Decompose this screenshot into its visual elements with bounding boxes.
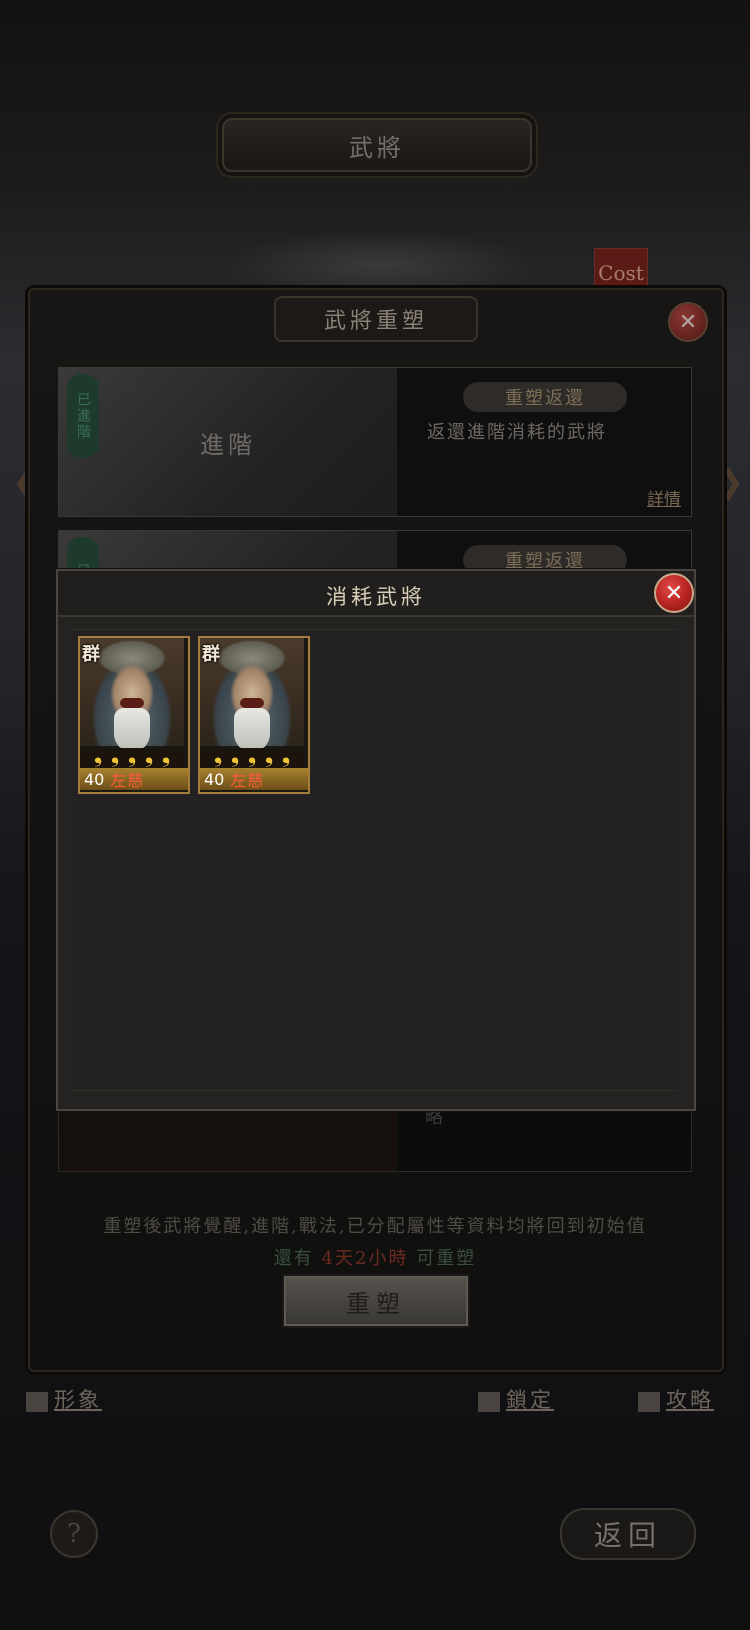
help-button[interactable]: ? [50, 1510, 98, 1558]
screen-title: 武將 [222, 118, 532, 172]
back-label: 返回 [593, 1519, 662, 1552]
rebuild-row-description: 返還進階消耗的武將 [427, 422, 607, 443]
rebuild-countdown: 還有 4天2小時 可重塑 [0, 1244, 750, 1270]
help-icon: ? [67, 1519, 81, 1549]
rebuild-panel-title: 武將重塑 [274, 296, 478, 342]
appearance-label: 形象 [54, 1388, 102, 1412]
star-icon: ❟ [127, 743, 137, 768]
generals-grid: 群 ❟ ❟ ❟ ❟ ❟ 40 左慈 群 ❟ ❟ ❟ ❟ ❟ 40 左慈 [72, 629, 676, 1091]
general-info: 40 左慈 [200, 768, 308, 790]
modal-title: 消耗武將 [326, 585, 426, 609]
lock-label: 鎖定 [506, 1388, 554, 1412]
rebuild-row-fragment: 略 [425, 1107, 443, 1128]
star-icon: ❟ [264, 743, 274, 768]
rebuild-notice: 重塑後武將覺醒,進階,戰法,已分配屬性等資料均將回到初始值 [103, 1216, 647, 1237]
faction-badge: 群 [202, 644, 220, 665]
game-screen: 武將 Cost ❮ ❯ 武將重塑 ✕ 已進階 進階 重塑返還 返還進階消耗的武將… [0, 0, 750, 1630]
rebuild-row-label: 進階 [200, 430, 256, 459]
scroll-icon [638, 1391, 660, 1412]
lock-icon [478, 1391, 500, 1412]
star-icon: ❟ [110, 743, 120, 768]
rebuild-button[interactable]: 重塑 [284, 1276, 468, 1326]
portrait-detail [240, 698, 264, 708]
star-icon: ❟ [247, 743, 257, 768]
star-icon: ❟ [93, 743, 103, 768]
details-link[interactable]: 詳情 [647, 485, 681, 510]
rebuild-button-label: 重塑 [346, 1289, 406, 1318]
countdown-prefix: 還有 [273, 1248, 314, 1269]
status-badge: 已進階 [67, 374, 99, 458]
lock-link[interactable]: 鎖定 [478, 1384, 554, 1414]
star-icon: ❟ [144, 743, 154, 768]
rebuild-row-image: 已進階 進階 [59, 368, 397, 516]
star-rating: ❟ ❟ ❟ ❟ ❟ [200, 743, 304, 768]
back-button[interactable]: 返回 [560, 1508, 696, 1560]
general-card[interactable]: 群 ❟ ❟ ❟ ❟ ❟ 40 左慈 [78, 636, 190, 794]
star-icon: ❟ [230, 743, 240, 768]
countdown-value: 4天2小時 [321, 1248, 409, 1269]
rebuild-panel-title-text: 武將重塑 [323, 309, 428, 334]
figure-icon [26, 1391, 48, 1412]
rebuild-row-info: 重塑返還 返還進階消耗的武將 詳情 [397, 368, 691, 516]
general-card[interactable]: 群 ❟ ❟ ❟ ❟ ❟ 40 左慈 [198, 636, 310, 794]
rebuild-row-partial: 略 [58, 1102, 692, 1172]
rebuild-row-image [59, 1103, 397, 1171]
portrait-detail [120, 698, 144, 708]
cost-tag-label: Cost [598, 261, 644, 285]
rebuild-return-pill: 重塑返還 [463, 382, 627, 412]
star-icon: ❟ [281, 743, 291, 768]
consumed-generals-modal: 消耗武將 ✕ 群 ❟ ❟ ❟ ❟ ❟ 40 左慈 群 ❟ ❟ ❟ ❟ ❟ 40 … [56, 569, 696, 1111]
general-level: 40 [84, 769, 105, 789]
general-name: 左慈 [110, 771, 145, 790]
guide-link[interactable]: 攻略 [638, 1384, 714, 1414]
general-level: 40 [204, 769, 225, 789]
modal-header: 消耗武將 ✕ [58, 571, 694, 617]
general-info: 40 左慈 [80, 768, 188, 790]
star-icon: ❟ [213, 743, 223, 768]
star-rating: ❟ ❟ ❟ ❟ ❟ [80, 743, 184, 768]
rebuild-row-advance[interactable]: 已進階 進階 重塑返還 返還進階消耗的武將 詳情 [58, 367, 692, 517]
screen-title-text: 武將 [349, 133, 405, 162]
faction-badge: 群 [82, 644, 100, 665]
star-icon: ❟ [161, 743, 171, 768]
rebuild-panel-close-button[interactable]: ✕ [668, 302, 708, 342]
appearance-link[interactable]: 形象 [26, 1384, 102, 1414]
general-name: 左慈 [230, 771, 265, 790]
close-icon: ✕ [664, 580, 684, 606]
guide-label: 攻略 [666, 1388, 714, 1412]
modal-close-button[interactable]: ✕ [654, 573, 694, 613]
countdown-suffix: 可重塑 [416, 1248, 477, 1269]
